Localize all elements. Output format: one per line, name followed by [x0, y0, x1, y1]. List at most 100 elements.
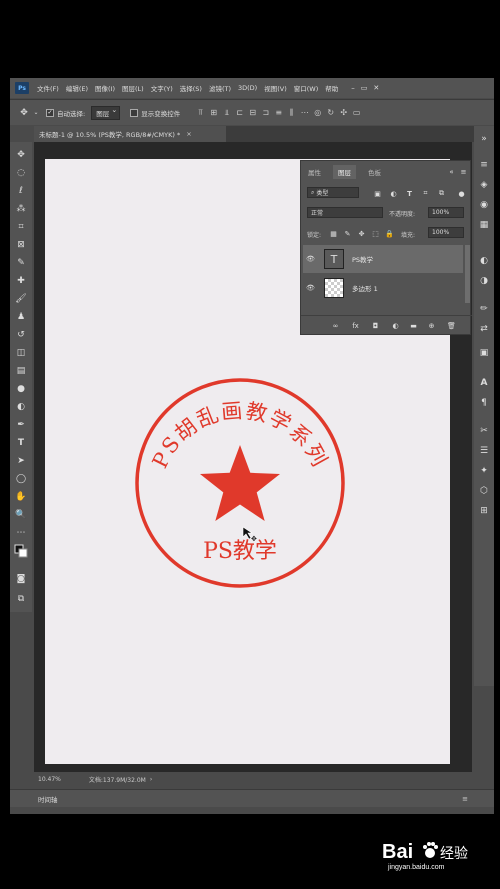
blur-tool-icon[interactable]: ● — [14, 382, 28, 396]
visibility-eye-icon[interactable]: 👁 — [306, 255, 318, 263]
filter-type-icon[interactable]: T — [405, 189, 414, 198]
new-group-icon[interactable]: ▬ — [409, 321, 418, 330]
adjustment-layer-icon[interactable]: ◐ — [391, 321, 400, 330]
layers-icon[interactable]: ◈ — [477, 178, 491, 192]
layer-row-text[interactable]: 👁 T PS教学 — [303, 245, 463, 273]
collapse-panels-icon[interactable]: » — [477, 132, 491, 146]
3d-pan-icon[interactable]: ✣ — [337, 106, 350, 120]
fill-input[interactable]: 100% — [428, 227, 464, 238]
history-icon[interactable]: ⇄ — [477, 322, 491, 336]
align-right-icon[interactable]: ⊐ — [259, 106, 272, 120]
layer-row-shape[interactable]: 👁 多边形 1 — [303, 274, 463, 302]
timeline-menu-icon[interactable]: ≡ — [462, 795, 468, 803]
menu-image[interactable]: 图像(I) — [95, 83, 115, 93]
menu-select[interactable]: 选择(S) — [180, 83, 202, 93]
color-icon[interactable]: ◐ — [477, 254, 491, 268]
styles-icon[interactable]: ☰ — [477, 444, 491, 458]
edit-toolbar-icon[interactable]: ⋯ — [14, 526, 28, 540]
menu-view[interactable]: 视图(V) — [264, 83, 287, 93]
brushes-icon[interactable]: ✦ — [477, 464, 491, 478]
delete-layer-icon[interactable]: 🗑 — [447, 321, 456, 330]
move-tool-icon[interactable]: ✥ — [16, 106, 32, 120]
filter-pixel-icon[interactable]: ▣ — [373, 189, 382, 198]
visibility-eye-icon[interactable]: 👁 — [306, 284, 318, 292]
lock-pixels-icon[interactable]: ✎ — [343, 229, 352, 238]
timeline-tab[interactable]: 时间轴 — [38, 794, 58, 804]
menu-file[interactable]: 文件(F) — [37, 83, 59, 93]
lock-artboard-icon[interactable]: ⬚ — [371, 229, 380, 238]
gradient-tool-icon[interactable]: ▤ — [14, 364, 28, 378]
move-tool-icon[interactable]: ✥ — [14, 148, 28, 162]
dodge-tool-icon[interactable]: ◐ — [14, 400, 28, 414]
path-selection-tool-icon[interactable]: ➤ — [14, 454, 28, 468]
swatches-icon[interactable]: ▦ — [477, 218, 491, 232]
align-bottom-icon[interactable]: ⫫ — [220, 106, 233, 120]
restore-icon[interactable]: ▭ — [361, 84, 368, 92]
pen-tool-icon[interactable]: ✒ — [14, 418, 28, 432]
type-tool-icon[interactable]: T — [14, 436, 28, 450]
lock-transparent-icon[interactable]: ▦ — [329, 229, 338, 238]
menu-help[interactable]: 帮助 — [325, 83, 338, 93]
status-arrow-icon[interactable]: › — [150, 776, 152, 783]
zoom-tool-icon[interactable]: 🔍 — [14, 508, 28, 522]
3d-camera-icon[interactable]: ▭ — [350, 106, 363, 120]
healing-brush-tool-icon[interactable]: ✚ — [14, 274, 28, 288]
auto-select-dropdown[interactable]: 图层 — [91, 105, 121, 120]
eyedropper-tool-icon[interactable]: ✎ — [14, 256, 28, 270]
zoom-level[interactable]: 10.47% — [38, 776, 61, 783]
properties-icon[interactable]: ≡ — [477, 158, 491, 172]
lasso-tool-icon[interactable]: ℓ — [14, 184, 28, 198]
add-mask-icon[interactable]: ◘ — [371, 321, 380, 330]
tab-close-icon[interactable]: × — [186, 130, 191, 138]
document-tab[interactable]: 未标题-1 @ 10.5% (PS教学, RGB/8#/CMYK) * × — [34, 126, 226, 142]
libraries-icon[interactable]: ▣ — [477, 346, 491, 360]
tool-preset-chevron-icon[interactable]: ⌄ — [32, 106, 40, 120]
layer-style-icon[interactable]: fx — [351, 321, 360, 330]
screen-mode-icon[interactable]: ⧉ — [14, 592, 28, 606]
adjustments-icon[interactable]: ◑ — [477, 274, 491, 288]
layer-kind-filter[interactable]: ⌕ 类型 — [307, 187, 359, 198]
new-layer-icon[interactable]: ⊕ — [427, 321, 436, 330]
menu-filter[interactable]: 滤镜(T) — [209, 83, 231, 93]
quick-mask-icon[interactable]: ◙ — [14, 572, 28, 586]
lock-position-icon[interactable]: ✥ — [357, 229, 366, 238]
layers-scrollbar[interactable] — [465, 245, 470, 303]
menu-window[interactable]: 窗口(W) — [294, 83, 319, 93]
paragraph-icon[interactable]: ¶ — [477, 396, 491, 410]
tools-icon[interactable]: ✂ — [477, 424, 491, 438]
menu-type[interactable]: 文字(Y) — [151, 83, 173, 93]
paths-icon[interactable]: ✏ — [477, 302, 491, 316]
3d-mode-icon[interactable]: ◎ — [311, 106, 324, 120]
close-icon[interactable]: ✕ — [373, 84, 379, 92]
filter-toggle-icon[interactable]: ● — [457, 189, 466, 198]
tab-properties[interactable]: 属性 — [303, 165, 326, 179]
history-brush-tool-icon[interactable]: ↺ — [14, 328, 28, 342]
lock-all-icon[interactable]: 🔒 — [385, 229, 394, 238]
shape-tool-icon[interactable]: ◯ — [14, 472, 28, 486]
hand-tool-icon[interactable]: ✋ — [14, 490, 28, 504]
more-icon[interactable]: ⋯ — [298, 106, 311, 120]
align-left-icon[interactable]: ⊏ — [233, 106, 246, 120]
opacity-input[interactable]: 100% — [428, 207, 464, 218]
blend-mode-select[interactable]: 正常 — [307, 207, 383, 218]
stamp-artwork[interactable]: PS胡乱画教学系列 PS教学 — [130, 378, 350, 598]
filter-smart-icon[interactable]: ⧉ — [437, 189, 446, 198]
tab-layers[interactable]: 图层 — [333, 165, 356, 179]
align-top-icon[interactable]: ⫪ — [194, 106, 207, 120]
filter-adjustment-icon[interactable]: ◐ — [389, 189, 398, 198]
eraser-tool-icon[interactable]: ◫ — [14, 346, 28, 360]
filter-shape-icon[interactable]: ⌗ — [421, 189, 430, 198]
menu-layer[interactable]: 图层(L) — [122, 83, 144, 93]
3d-panel-icon[interactable]: ⬡ — [477, 484, 491, 498]
clone-stamp-tool-icon[interactable]: ♟ — [14, 310, 28, 324]
panel-menu-icon[interactable]: ≡ — [459, 167, 468, 176]
auto-select-checkbox[interactable]: ✓ — [46, 108, 54, 117]
align-vcenter-icon[interactable]: ⊞ — [207, 106, 220, 120]
tab-swatches[interactable]: 色板 — [363, 165, 386, 179]
minimize-icon[interactable]: – — [351, 84, 355, 92]
align-hcenter-icon[interactable]: ⊟ — [246, 106, 259, 120]
panel-collapse-icon[interactable]: « — [447, 167, 456, 176]
magic-wand-tool-icon[interactable]: ⁂ — [14, 202, 28, 216]
default-colors-icon[interactable] — [14, 544, 28, 558]
link-layers-icon[interactable]: ∞ — [331, 321, 340, 330]
